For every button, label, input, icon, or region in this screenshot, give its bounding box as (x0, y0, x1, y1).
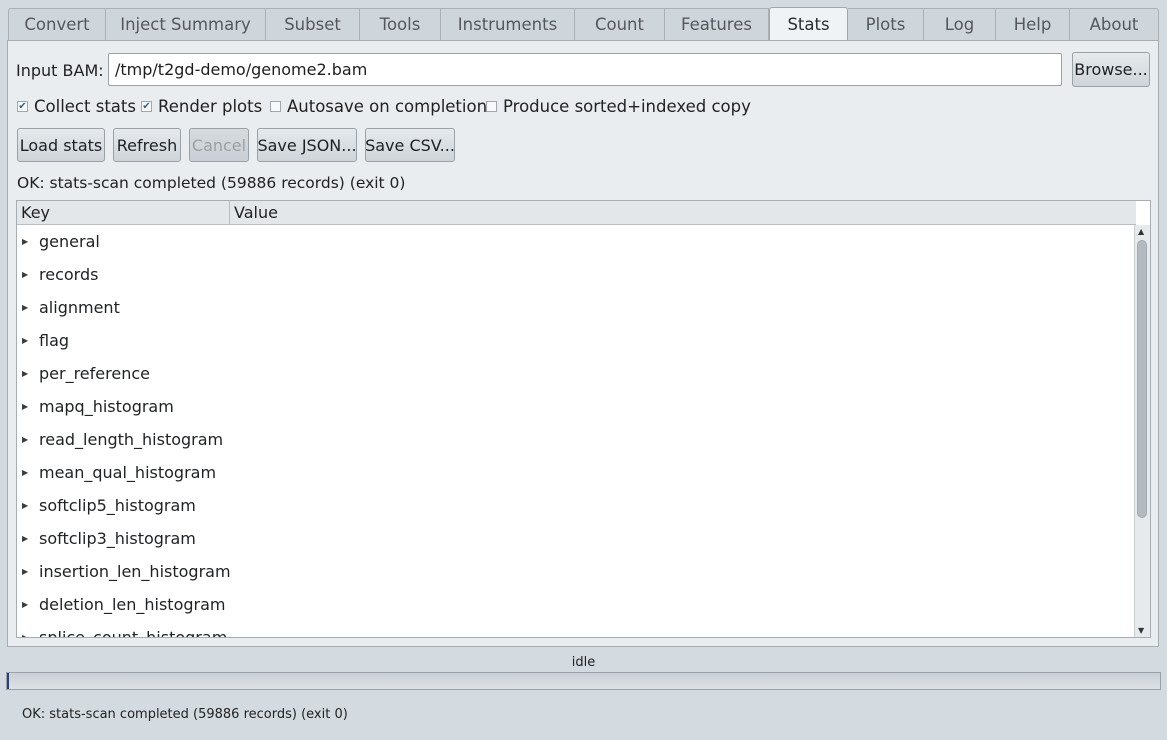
expand-arrow-icon[interactable]: ▶ (22, 534, 29, 543)
tab-bar: Convert Inject Summary Subset Tools Inst… (8, 7, 1159, 41)
scroll-up-arrow-icon[interactable]: ▲ (1138, 227, 1144, 236)
tree-row-label: per_reference (39, 364, 150, 383)
checkbox-label: Collect stats (34, 97, 136, 116)
autosave-checkbox[interactable]: Autosave on completion (270, 97, 487, 116)
save-json-button[interactable]: Save JSON... (257, 128, 357, 162)
expand-arrow-icon[interactable]: ▶ (22, 567, 29, 576)
sorted-indexed-checkbox[interactable]: Produce sorted+indexed copy (486, 97, 751, 116)
tree-row-label: splice_count_histogram (39, 628, 228, 638)
column-header-key[interactable]: Key (17, 201, 230, 224)
expand-arrow-icon[interactable]: ▶ (22, 402, 29, 411)
tree-row-label: deletion_len_histogram (39, 595, 226, 614)
input-bam-field[interactable] (108, 53, 1062, 86)
stats-tree[interactable]: Key Value ▶ general ▶ records ▶ alignment ▶… (16, 200, 1151, 638)
refresh-button[interactable]: Refresh (113, 128, 181, 162)
tree-header: Key Value (17, 201, 1136, 225)
expand-arrow-icon[interactable]: ▶ (22, 501, 29, 510)
expand-arrow-icon[interactable]: ▶ (22, 303, 29, 312)
tab-tools[interactable]: Tools (360, 8, 441, 40)
tab-inject-summary[interactable]: Inject Summary (106, 8, 266, 40)
tree-row-general[interactable]: ▶ general (17, 225, 1136, 258)
tree-row-mean-qual-histogram[interactable]: ▶ mean_qual_histogram (17, 456, 1136, 489)
tree-row-records[interactable]: ▶ records (17, 258, 1136, 291)
tree-row-label: general (39, 232, 100, 251)
tree-row-label: flag (39, 331, 70, 350)
load-stats-button[interactable]: Load stats (17, 128, 105, 162)
browse-button[interactable]: Browse... (1072, 52, 1150, 87)
tree-row-per-reference[interactable]: ▶ per_reference (17, 357, 1136, 390)
expand-arrow-icon[interactable]: ▶ (22, 468, 29, 477)
expand-arrow-icon[interactable]: ▶ (22, 336, 29, 345)
tree-row-mapq-histogram[interactable]: ▶ mapq_histogram (17, 390, 1136, 423)
tree-vertical-scrollbar[interactable]: ▲ ▼ (1134, 225, 1150, 637)
expand-arrow-icon[interactable]: ▶ (22, 633, 29, 637)
tree-row-label: softclip5_histogram (39, 496, 196, 515)
input-bam-label: Input BAM: (16, 61, 104, 80)
tree-row-splice-count-histogram[interactable]: ▶ splice_count_histogram (17, 621, 1136, 638)
checkbox-label: Render plots (158, 97, 263, 116)
tab-log[interactable]: Log (924, 8, 996, 40)
cancel-button[interactable]: Cancel (189, 128, 249, 162)
tree-row-label: mean_qual_histogram (39, 463, 217, 482)
save-csv-button[interactable]: Save CSV... (365, 128, 455, 162)
tab-instruments[interactable]: Instruments (441, 8, 575, 40)
expand-arrow-icon[interactable]: ▶ (22, 435, 29, 444)
expand-arrow-icon[interactable]: ▶ (22, 369, 29, 378)
tree-row-label: read_length_histogram (39, 430, 224, 449)
tree-row-label: records (39, 265, 99, 284)
checkbox-label: Autosave on completion (287, 97, 488, 116)
scroll-down-arrow-icon[interactable]: ▼ (1138, 626, 1144, 635)
tree-rows: ▶ general ▶ records ▶ alignment ▶ flag ▶ per_… (17, 225, 1136, 638)
checkbox-empty-icon (270, 101, 281, 112)
tree-row-flag[interactable]: ▶ flag (17, 324, 1136, 357)
tab-about[interactable]: About (1070, 8, 1159, 40)
tree-row-softclip3-histogram[interactable]: ▶ softclip3_histogram (17, 522, 1136, 555)
tree-row-insertion-len-histogram[interactable]: ▶ insertion_len_histogram (17, 555, 1136, 588)
tree-row-deletion-len-histogram[interactable]: ▶ deletion_len_histogram (17, 588, 1136, 621)
progress-label: idle (571, 655, 596, 670)
tab-stats[interactable]: Stats (769, 7, 848, 41)
tree-row-softclip5-histogram[interactable]: ▶ softclip5_histogram (17, 489, 1136, 522)
checkbox-label: Produce sorted+indexed copy (503, 97, 751, 116)
scrollbar-thumb[interactable] (1137, 240, 1147, 518)
tab-subset[interactable]: Subset (266, 8, 360, 40)
checkbox-check-icon: ✔ (17, 100, 28, 112)
tree-row-label: mapq_histogram (39, 397, 174, 416)
tree-row-label: alignment (39, 298, 120, 317)
tab-features[interactable]: Features (665, 8, 769, 40)
tab-convert[interactable]: Convert (8, 8, 106, 40)
checkbox-check-icon: ✔ (141, 100, 152, 112)
tab-count[interactable]: Count (575, 8, 665, 40)
tab-help[interactable]: Help (996, 8, 1070, 40)
progress-bar (6, 672, 1161, 690)
expand-arrow-icon[interactable]: ▶ (22, 600, 29, 609)
tree-row-label: softclip3_histogram (39, 529, 196, 548)
collect-stats-checkbox[interactable]: ✔ Collect stats (17, 97, 136, 116)
expand-arrow-icon[interactable]: ▶ (22, 270, 29, 279)
checkbox-empty-icon (486, 101, 497, 112)
tree-row-alignment[interactable]: ▶ alignment (17, 291, 1136, 324)
render-plots-checkbox[interactable]: ✔ Render plots (141, 97, 262, 116)
tree-row-read-length-histogram[interactable]: ▶ read_length_histogram (17, 423, 1136, 456)
status-message: OK: stats-scan completed (59886 records)… (17, 174, 406, 192)
progress-bar-fill (7, 673, 9, 689)
tree-row-label: insertion_len_histogram (39, 562, 231, 581)
status-bar-message: OK: stats-scan completed (59886 records)… (22, 707, 348, 722)
expand-arrow-icon[interactable]: ▶ (22, 237, 29, 246)
tab-plots[interactable]: Plots (848, 8, 924, 40)
column-header-value[interactable]: Value (230, 201, 278, 224)
